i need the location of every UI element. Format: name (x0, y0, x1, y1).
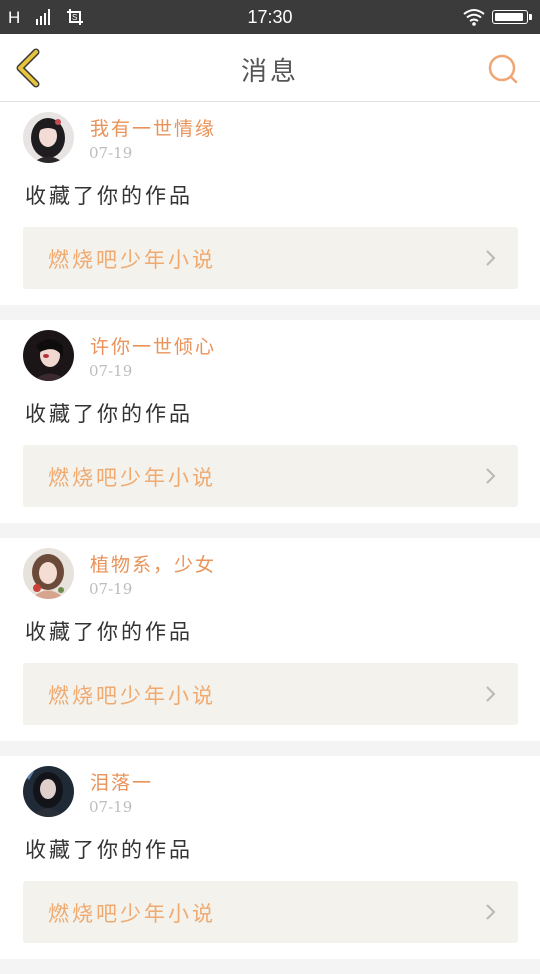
battery-icon (492, 10, 532, 24)
chevron-right-icon (486, 250, 496, 266)
message-list: 我有一世情缘 07-19 收藏了你的作品 燃烧吧少年小说 许你一世倾心 07-1… (0, 102, 540, 974)
page-title: 消息 (240, 57, 299, 87)
message-text: 收藏了你的作品 (25, 184, 193, 208)
work-title: 燃烧吧少年小说 (48, 902, 216, 926)
message-card: 许你一世倾心 07-19 收藏了你的作品 燃烧吧少年小说 (0, 320, 540, 523)
sender-name[interactable]: 植物系，少女 (90, 550, 216, 577)
work-title: 燃烧吧少年小说 (48, 684, 216, 708)
search-icon (488, 54, 518, 84)
avatar[interactable] (23, 548, 74, 599)
avatar[interactable] (23, 330, 74, 381)
message-date: 07-19 (89, 798, 133, 816)
chevron-left-icon (16, 48, 40, 88)
work-link[interactable]: 燃烧吧少年小说 (23, 663, 518, 725)
message-card: 泪落一 07-19 收藏了你的作品 燃烧吧少年小说 (0, 756, 540, 959)
chevron-right-icon (486, 468, 496, 484)
work-title: 燃烧吧少年小说 (48, 248, 216, 272)
search-button[interactable] (484, 50, 522, 88)
message-date: 07-19 (89, 362, 133, 380)
work-title: 燃烧吧少年小说 (48, 466, 216, 490)
wifi-icon (463, 9, 485, 26)
navigation-header: 消息 (0, 34, 540, 102)
battery-level-fill (495, 13, 523, 21)
sender-name[interactable]: 泪落一 (90, 768, 153, 795)
sender-name[interactable]: 我有一世情缘 (90, 114, 216, 141)
back-button[interactable] (10, 46, 50, 90)
sender-name[interactable]: 许你一世倾心 (90, 332, 216, 359)
message-date: 07-19 (89, 144, 133, 162)
message-text: 收藏了你的作品 (25, 402, 193, 426)
avatar[interactable] (23, 766, 74, 817)
message-card: 植物系，少女 07-19 收藏了你的作品 燃烧吧少年小说 (0, 538, 540, 741)
status-time: 17:30 (247, 7, 293, 27)
work-link[interactable]: 燃烧吧少年小说 (23, 227, 518, 289)
message-date: 07-19 (89, 580, 133, 598)
chevron-right-icon (486, 686, 496, 702)
work-link[interactable]: 燃烧吧少年小说 (23, 881, 518, 943)
message-text: 收藏了你的作品 (25, 620, 193, 644)
status-bar: H S 17:30 (0, 0, 540, 34)
message-card: 我有一世情缘 07-19 收藏了你的作品 燃烧吧少年小说 (0, 102, 540, 305)
avatar[interactable] (23, 112, 74, 163)
work-link[interactable]: 燃烧吧少年小说 (23, 445, 518, 507)
chevron-right-icon (486, 904, 496, 920)
message-text: 收藏了你的作品 (25, 838, 193, 862)
